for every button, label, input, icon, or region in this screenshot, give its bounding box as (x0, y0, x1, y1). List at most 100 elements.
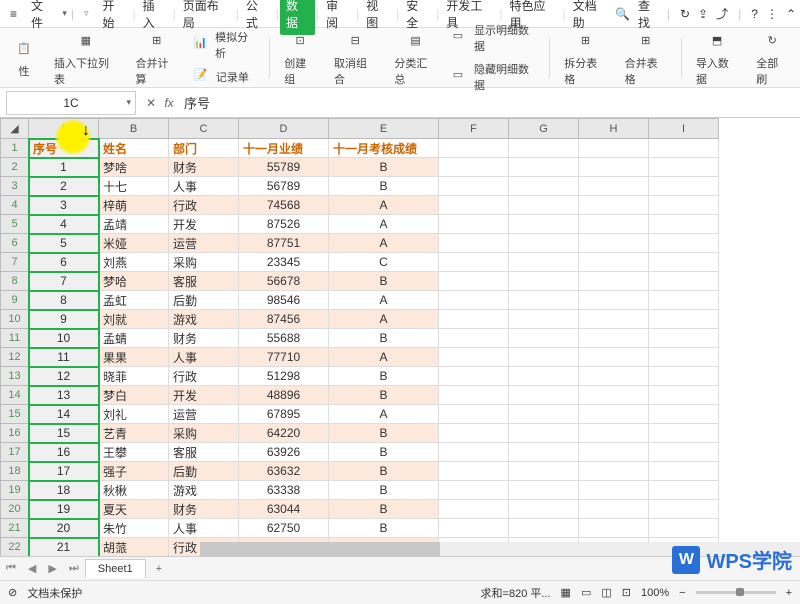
row-hdr-2[interactable]: 2 (1, 158, 29, 177)
cell-20-B[interactable]: 夏天 (99, 500, 169, 519)
cell-8-D[interactable]: 56678 (239, 272, 329, 291)
cell-7-E[interactable]: C (329, 253, 439, 272)
cell-7-B[interactable]: 刘燕 (99, 253, 169, 272)
row-hdr-5[interactable]: 5 (1, 215, 29, 234)
cell-15-A[interactable]: 14 (29, 405, 99, 424)
view-page-icon[interactable]: ▭ (581, 586, 591, 599)
cell-21-A[interactable]: 20 (29, 519, 99, 538)
cell-6-C[interactable]: 运营 (169, 234, 239, 253)
cell-15-B[interactable]: 刘礼 (99, 405, 169, 424)
cell-17-D[interactable]: 63926 (239, 443, 329, 462)
formula-input[interactable]: 序号 (178, 93, 800, 112)
cell-19-A[interactable]: 18 (29, 481, 99, 500)
row-hdr-22[interactable]: 22 (1, 538, 29, 557)
rbtn-consolidate[interactable]: ⊞合并计算 (132, 27, 182, 89)
cell-5-C[interactable]: 开发 (169, 215, 239, 234)
cell-16-B[interactable]: 艺青 (99, 424, 169, 443)
cell-12-E[interactable]: A (329, 348, 439, 367)
cell-17-C[interactable]: 客服 (169, 443, 239, 462)
view-normal-icon[interactable]: ▦ (561, 586, 571, 599)
cell-2-C[interactable]: 财务 (169, 158, 239, 177)
cell-10-D[interactable]: 87456 (239, 310, 329, 329)
row-hdr-12[interactable]: 12 (1, 348, 29, 367)
cell-hdr-0[interactable]: 序号 (29, 139, 99, 158)
cell-hdr-4[interactable]: 十一月考核成绩 (329, 139, 439, 158)
cell-3-A[interactable]: 2 (29, 177, 99, 196)
rbtn-merge-table[interactable]: ⊞合并表格 (621, 27, 671, 89)
cell-4-E[interactable]: A (329, 196, 439, 215)
col-hdr-D[interactable]: D (239, 119, 329, 139)
cell-9-B[interactable]: 孟虹 (99, 291, 169, 310)
grid[interactable]: ↓ ◢ABCDEFGHI1序号姓名部门十一月业绩十一月考核成绩21梦啥财务557… (0, 118, 800, 556)
cell-19-E[interactable]: B (329, 481, 439, 500)
cell-hdr-3[interactable]: 十一月业绩 (239, 139, 329, 158)
cell-20-E[interactable]: B (329, 500, 439, 519)
cell-8-E[interactable]: B (329, 272, 439, 291)
cell-19-D[interactable]: 63338 (239, 481, 329, 500)
cell-3-B[interactable]: 十七 (99, 177, 169, 196)
protect-icon[interactable]: ⊘ (8, 586, 17, 599)
row-hdr-20[interactable]: 20 (1, 500, 29, 519)
row-hdr-16[interactable]: 16 (1, 424, 29, 443)
cell-16-C[interactable]: 采购 (169, 424, 239, 443)
row-hdr-15[interactable]: 15 (1, 405, 29, 424)
cell-hdr-2[interactable]: 部门 (169, 139, 239, 158)
rbtn-group[interactable]: ⊡创建组 (280, 27, 320, 89)
cell-11-D[interactable]: 55688 (239, 329, 329, 348)
cell-20-D[interactable]: 63044 (239, 500, 329, 519)
zoom-in[interactable]: + (786, 587, 792, 599)
cell-4-C[interactable]: 行政 (169, 196, 239, 215)
cell-11-A[interactable]: 10 (29, 329, 99, 348)
sheet-nav-first[interactable]: ⏮ (0, 562, 22, 575)
cell-12-B[interactable]: 果果 (99, 348, 169, 367)
rbtn-simulate[interactable]: 📊模拟分析 (192, 27, 259, 63)
cell-15-C[interactable]: 运营 (169, 405, 239, 424)
cell-16-D[interactable]: 64220 (239, 424, 329, 443)
cell-18-D[interactable]: 63632 (239, 462, 329, 481)
cell-3-E[interactable]: B (329, 177, 439, 196)
row-hdr-17[interactable]: 17 (1, 443, 29, 462)
name-box[interactable]: 1C ▾ (6, 91, 136, 115)
sync-icon[interactable]: ↻ (680, 7, 690, 21)
cell-14-C[interactable]: 开发 (169, 386, 239, 405)
cell-18-A[interactable]: 17 (29, 462, 99, 481)
name-box-dd[interactable]: ▾ (126, 97, 131, 108)
cell-21-E[interactable]: B (329, 519, 439, 538)
cell-18-B[interactable]: 强子 (99, 462, 169, 481)
row-hdr-14[interactable]: 14 (1, 386, 29, 405)
cell-20-A[interactable]: 19 (29, 500, 99, 519)
more-icon[interactable]: ⋮ (766, 7, 778, 21)
cell-9-E[interactable]: A (329, 291, 439, 310)
cell-19-C[interactable]: 游戏 (169, 481, 239, 500)
search-icon[interactable]: 🔍 (615, 7, 630, 21)
row-hdr-19[interactable]: 19 (1, 481, 29, 500)
cell-19-B[interactable]: 秋楸 (99, 481, 169, 500)
cell-18-C[interactable]: 后勤 (169, 462, 239, 481)
zoom-slider[interactable] (696, 591, 776, 594)
col-hdr-I[interactable]: I (649, 119, 719, 139)
view-mode4-icon[interactable]: ⊡ (622, 586, 631, 599)
row-hdr-6[interactable]: 6 (1, 234, 29, 253)
row-hdr-18[interactable]: 18 (1, 462, 29, 481)
fx-cancel-icon[interactable]: ✕ (142, 96, 160, 110)
cell-13-E[interactable]: B (329, 367, 439, 386)
cell-3-C[interactable]: 人事 (169, 177, 239, 196)
cell-5-A[interactable]: 4 (29, 215, 99, 234)
qat-undo-dd[interactable]: ▿ (78, 5, 95, 22)
cell-15-E[interactable]: A (329, 405, 439, 424)
col-hdr-A[interactable]: A (29, 119, 99, 139)
col-hdr-H[interactable]: H (579, 119, 649, 139)
cell-22-A[interactable]: 21 (29, 538, 99, 557)
cell-2-A[interactable]: 1 (29, 158, 99, 177)
cell-6-D[interactable]: 87751 (239, 234, 329, 253)
row-hdr-11[interactable]: 11 (1, 329, 29, 348)
cell-6-A[interactable]: 5 (29, 234, 99, 253)
collapse-icon[interactable]: ⌃ (786, 7, 796, 21)
cell-13-C[interactable]: 行政 (169, 367, 239, 386)
cell-13-D[interactable]: 51298 (239, 367, 329, 386)
cell-2-B[interactable]: 梦啥 (99, 158, 169, 177)
zoom-value[interactable]: 100% (641, 587, 669, 599)
cell-17-B[interactable]: 王攀 (99, 443, 169, 462)
row-hdr-7[interactable]: 7 (1, 253, 29, 272)
cell-10-A[interactable]: 9 (29, 310, 99, 329)
